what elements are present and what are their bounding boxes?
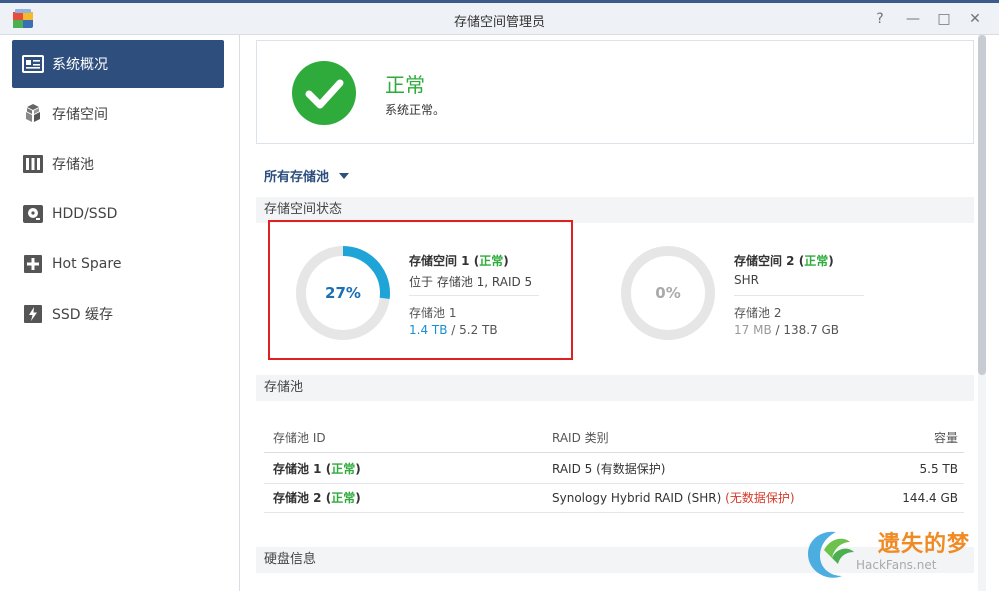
- sidebar-item-label: SSD 缓存: [52, 307, 114, 323]
- title-bar: 存储空间管理员 ? — □ ✕: [0, 3, 999, 35]
- sidebar-item-volume[interactable]: 存储空间: [12, 90, 224, 138]
- raid-note: (无数据保护): [725, 491, 795, 505]
- volume-2-percent: 0%: [655, 284, 681, 302]
- system-status-card: 正常 系统正常。: [256, 40, 974, 144]
- raid-note: (有数据保护): [596, 462, 666, 476]
- table-row[interactable]: 存储池 2 (正常) Synology Hybrid RAID (SHR) (无…: [264, 484, 964, 513]
- column-header-raid-type: RAID 类别: [552, 431, 609, 445]
- volume-2-name: 存储空间 2 (正常): [734, 254, 834, 268]
- divider: [734, 295, 864, 296]
- status-title: 正常: [385, 73, 425, 97]
- pool-filter-dropdown[interactable]: 所有存储池: [264, 166, 350, 185]
- sidebar-item-label: 存储空间: [52, 107, 108, 123]
- main-scrollbar[interactable]: [978, 35, 986, 591]
- capacity-cell: 5.5 TB: [919, 462, 958, 476]
- chevron-down-icon: [339, 172, 350, 179]
- disk-icon: [22, 203, 44, 225]
- minimize-button[interactable]: —: [903, 9, 923, 29]
- sidebar-item-storage-pool[interactable]: 存储池: [12, 140, 224, 188]
- status-ok-icon: [292, 61, 356, 125]
- storage-pool-icon: [22, 153, 44, 175]
- maximize-button[interactable]: □: [934, 9, 954, 29]
- ssd-cache-icon: [22, 303, 44, 325]
- raid-type-cell: Synology Hybrid RAID (SHR) (无数据保护): [552, 484, 795, 513]
- sidebar-item-label: HDD/SSD: [52, 206, 118, 222]
- volume-2-used: 17 MB: [734, 323, 772, 337]
- close-button[interactable]: ✕: [965, 9, 985, 29]
- pool-filter-label: 所有存储池: [264, 170, 330, 185]
- pool-status: 正常: [331, 491, 356, 505]
- raid-type: RAID 5: [552, 462, 593, 476]
- sidebar-item-hot-spare[interactable]: Hot Spare: [12, 240, 224, 288]
- volume-2-status: 正常: [804, 254, 829, 268]
- overview-icon: [22, 53, 44, 75]
- sidebar-item-label: Hot Spare: [52, 256, 122, 272]
- column-header-capacity: 容量: [933, 431, 958, 445]
- sidebar-item-hdd-ssd[interactable]: HDD/SSD: [12, 190, 224, 238]
- volume-2-pool: 存储池 2: [734, 306, 782, 320]
- sidebar-item-label: 存储池: [52, 157, 94, 173]
- help-button[interactable]: ?: [870, 9, 890, 29]
- watermark-url: HackFans.net: [856, 558, 937, 572]
- pool-name-cell: 存储池 1 (正常): [273, 462, 361, 476]
- watermark: 遗失的梦 HackFans.net: [800, 524, 999, 586]
- pool-table-header: 存储池 ID RAID 类别 容量: [264, 424, 964, 453]
- pool-name: 存储池 2: [273, 491, 322, 505]
- table-row[interactable]: 存储池 1 (正常) RAID 5 (有数据保护) 5.5 TB: [264, 455, 964, 484]
- column-header-pool-id: 存储池 ID: [273, 431, 326, 445]
- raid-type-cell: RAID 5 (有数据保护): [552, 455, 666, 484]
- scrollbar-thumb[interactable]: [978, 35, 986, 375]
- volume-card-2[interactable]: 0% 存储空间 2 (正常) SHR 存储池 2 17 MB / 138.7 G…: [581, 230, 881, 355]
- storage-pool-section-header: 存储池: [256, 375, 974, 401]
- capacity-separator: /: [771, 323, 784, 337]
- pool-status: 正常: [331, 462, 356, 476]
- volume-icon: [22, 103, 44, 125]
- volume-2-name-text: 存储空间 2: [734, 254, 795, 268]
- pool-name: 存储池 1: [273, 462, 322, 476]
- volume-2-location: SHR: [734, 273, 759, 287]
- volume-2-total: 138.7 GB: [783, 323, 840, 337]
- pool-name-cell: 存储池 2 (正常): [273, 491, 361, 505]
- status-description: 系统正常。: [385, 103, 446, 117]
- window-title: 存储空间管理员: [453, 15, 545, 30]
- watermark-logo-icon: [808, 531, 854, 578]
- raid-type: Synology Hybrid RAID (SHR): [552, 491, 722, 505]
- watermark-text: 遗失的梦: [878, 532, 971, 557]
- hot-spare-icon: [22, 253, 44, 275]
- sidebar: 系统概况 存储空间 存储池 HDD/SSD Hot Spare SSD 缓存: [0, 35, 240, 591]
- volume-2-capacity: 17 MB / 138.7 GB: [734, 323, 839, 337]
- capacity-cell: 144.4 GB: [902, 491, 958, 505]
- sidebar-item-ssd-cache[interactable]: SSD 缓存: [12, 290, 224, 338]
- sidebar-item-overview[interactable]: 系统概况: [12, 40, 224, 88]
- highlight-annotation-box: [268, 220, 573, 360]
- sidebar-item-label: 系统概况: [52, 57, 108, 73]
